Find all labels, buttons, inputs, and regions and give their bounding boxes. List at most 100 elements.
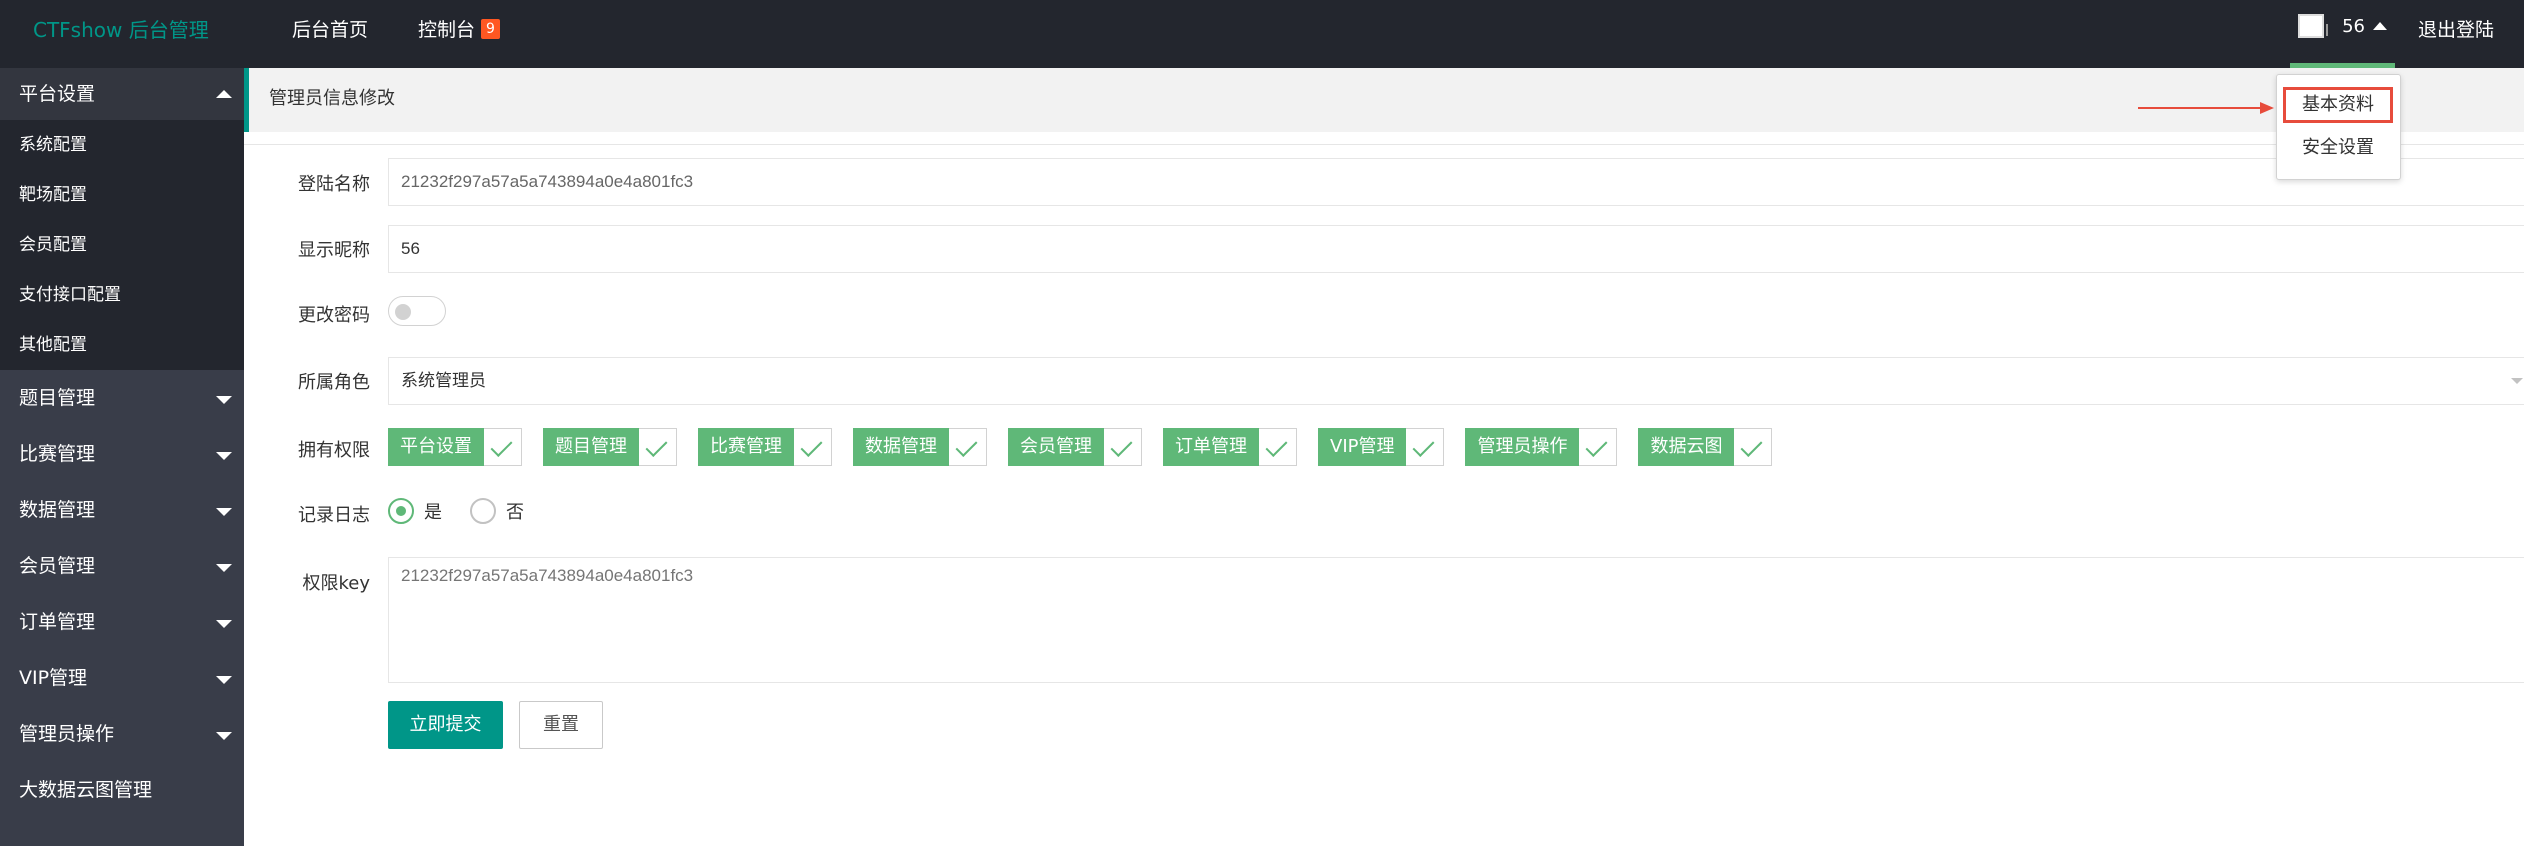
sidebar-item-challenges[interactable]: 题目管理 <box>0 370 244 426</box>
perm-checkbox-members[interactable]: 会员管理 <box>1008 428 1142 466</box>
perm-checkbox-data-cloud[interactable]: 数据云图 <box>1638 428 1773 466</box>
perm-checkbox-data[interactable]: 数据管理 <box>853 428 987 466</box>
log-radio-yes[interactable]: 是 <box>388 498 442 524</box>
perm-checkbox-challenges[interactable]: 题目管理 <box>543 428 677 466</box>
arrow-annotation-icon <box>2138 102 2274 114</box>
sidebar-item-label: 平台设置 <box>19 83 96 105</box>
check-icon <box>1579 428 1618 466</box>
reset-button[interactable]: 重置 <box>519 701 603 749</box>
top-header: CTFshow 后台管理 后台首页 控制台 9 56 退出登陆 <box>0 0 2524 68</box>
perm-checkbox-platform-settings[interactable]: 平台设置 <box>388 428 522 466</box>
sidebar-subitem-member-config[interactable]: 会员配置 <box>0 220 244 270</box>
submit-button[interactable]: 立即提交 <box>388 701 503 749</box>
perm-label: 题目管理 <box>543 428 639 466</box>
perm-label: 管理员操作 <box>1465 428 1580 466</box>
sidebar-item-competitions[interactable]: 比赛管理 <box>0 426 244 482</box>
check-icon <box>949 428 987 466</box>
chevron-down-icon <box>2511 378 2523 384</box>
nav-item-home[interactable]: 后台首页 <box>292 0 368 68</box>
log-radio-group: 是 否 <box>388 498 552 524</box>
permissions-checkboxes: 平台设置 题目管理 比赛管理 数据管理 会员管理 订单管理 VIP管理 管理员操… <box>388 428 1793 466</box>
radio-unchecked-icon <box>470 498 496 524</box>
switch-knob <box>395 304 411 320</box>
log-label: 记录日志 <box>298 505 370 526</box>
sidebar-item-platform-settings[interactable]: 平台设置 <box>0 68 244 120</box>
caret-down-icon <box>216 564 232 572</box>
dropdown-item-basic-info[interactable]: 基本资料 <box>2283 87 2393 123</box>
sidebar-subitem-payment-config[interactable]: 支付接口配置 <box>0 270 244 320</box>
perm-label: VIP管理 <box>1318 428 1407 466</box>
caret-down-icon <box>216 676 232 684</box>
sidebar-subitem-range-config[interactable]: 靶场配置 <box>0 170 244 220</box>
check-icon <box>484 428 522 466</box>
nav-item-home-label: 后台首页 <box>292 19 369 41</box>
sidebar-item-label: 订单管理 <box>19 611 96 633</box>
perm-checkbox-competitions[interactable]: 比赛管理 <box>698 428 832 466</box>
nickname-field[interactable]: 56 <box>388 225 2524 273</box>
role-label: 所属角色 <box>298 372 370 393</box>
caret-down-icon <box>216 396 232 404</box>
change-password-switch[interactable] <box>388 296 446 326</box>
role-select-value: 系统管理员 <box>401 371 486 390</box>
top-right: 56 退出登陆 <box>2270 0 2524 68</box>
perm-label: 数据管理 <box>853 428 949 466</box>
perm-checkbox-orders[interactable]: 订单管理 <box>1163 428 1297 466</box>
sidebar-item-orders[interactable]: 订单管理 <box>0 594 244 650</box>
sidebar-item-data[interactable]: 数据管理 <box>0 482 244 538</box>
caret-down-icon <box>216 452 232 460</box>
sidebar-item-label: VIP管理 <box>19 667 88 689</box>
permissions-label: 拥有权限 <box>298 440 370 461</box>
sidebar-subitem-other-config[interactable]: 其他配置 <box>0 320 244 370</box>
check-icon <box>1259 428 1297 466</box>
user-name: 56 <box>2342 15 2365 37</box>
nav-item-console-label: 控制台 <box>418 19 476 41</box>
sidebar-item-label: 管理员操作 <box>19 723 115 745</box>
avatar <box>2298 14 2329 38</box>
caret-down-icon <box>216 508 232 516</box>
perm-label: 数据云图 <box>1638 428 1735 466</box>
sidebar: 平台设置 系统配置 靶场配置 会员配置 支付接口配置 其他配置 题目管理 比赛管… <box>0 68 244 846</box>
sidebar-item-admin-ops[interactable]: 管理员操作 <box>0 706 244 762</box>
check-icon <box>639 428 677 466</box>
radio-label: 是 <box>424 502 442 523</box>
sidebar-submenu: 系统配置 靶场配置 会员配置 支付接口配置 其他配置 <box>0 120 244 370</box>
radio-label: 否 <box>506 502 524 523</box>
perm-key-textarea[interactable]: 21232f297a57a5a743894a0e4a801fc3 <box>388 557 2524 683</box>
user-dropdown-menu: 基本资料 安全设置 <box>2276 74 2401 180</box>
user-menu[interactable]: 56 <box>2270 0 2415 68</box>
caret-down-icon <box>216 620 232 628</box>
login-name-field[interactable]: 21232f297a57a5a743894a0e4a801fc3 <box>388 158 2524 206</box>
radio-checked-icon <box>388 498 414 524</box>
caret-up-icon <box>216 90 232 98</box>
sidebar-item-label: 会员管理 <box>19 555 96 577</box>
sidebar-item-vip[interactable]: VIP管理 <box>0 650 244 706</box>
sidebar-item-members[interactable]: 会员管理 <box>0 538 244 594</box>
perm-checkbox-vip[interactable]: VIP管理 <box>1318 428 1445 466</box>
login-name-label: 登陆名称 <box>298 174 370 195</box>
change-password-label: 更改密码 <box>298 305 370 326</box>
role-select[interactable]: 系统管理员 <box>388 357 2524 405</box>
sidebar-item-bigdata[interactable]: 大数据云图管理 <box>0 762 244 818</box>
nickname-label: 显示昵称 <box>298 240 370 261</box>
sidebar-item-label: 大数据云图管理 <box>19 779 153 801</box>
perm-checkbox-admin-ops[interactable]: 管理员操作 <box>1465 428 1618 466</box>
caret-down-icon <box>216 732 232 740</box>
log-radio-no[interactable]: 否 <box>470 498 524 524</box>
sidebar-item-label: 题目管理 <box>19 387 96 409</box>
check-icon <box>1104 428 1142 466</box>
main-content: 管理员信息修改 登陆名称 21232f297a57a5a743894a0e4a8… <box>244 68 2524 846</box>
perm-label: 比赛管理 <box>698 428 794 466</box>
divider <box>244 144 2524 145</box>
caret-up-icon <box>2372 22 2387 30</box>
logout-link[interactable]: 退出登陆 <box>2415 0 2524 68</box>
perm-label: 订单管理 <box>1163 428 1259 466</box>
app-logo[interactable]: CTFshow 后台管理 <box>33 0 209 68</box>
check-icon <box>1734 428 1773 466</box>
check-icon <box>794 428 832 466</box>
top-nav: 后台首页 控制台 9 <box>292 0 550 68</box>
sidebar-subitem-system-config[interactable]: 系统配置 <box>0 120 244 170</box>
dropdown-item-security[interactable]: 安全设置 <box>2283 131 2393 167</box>
nav-item-console[interactable]: 控制台 9 <box>418 0 500 68</box>
perm-label: 会员管理 <box>1008 428 1104 466</box>
console-badge: 9 <box>481 19 500 39</box>
